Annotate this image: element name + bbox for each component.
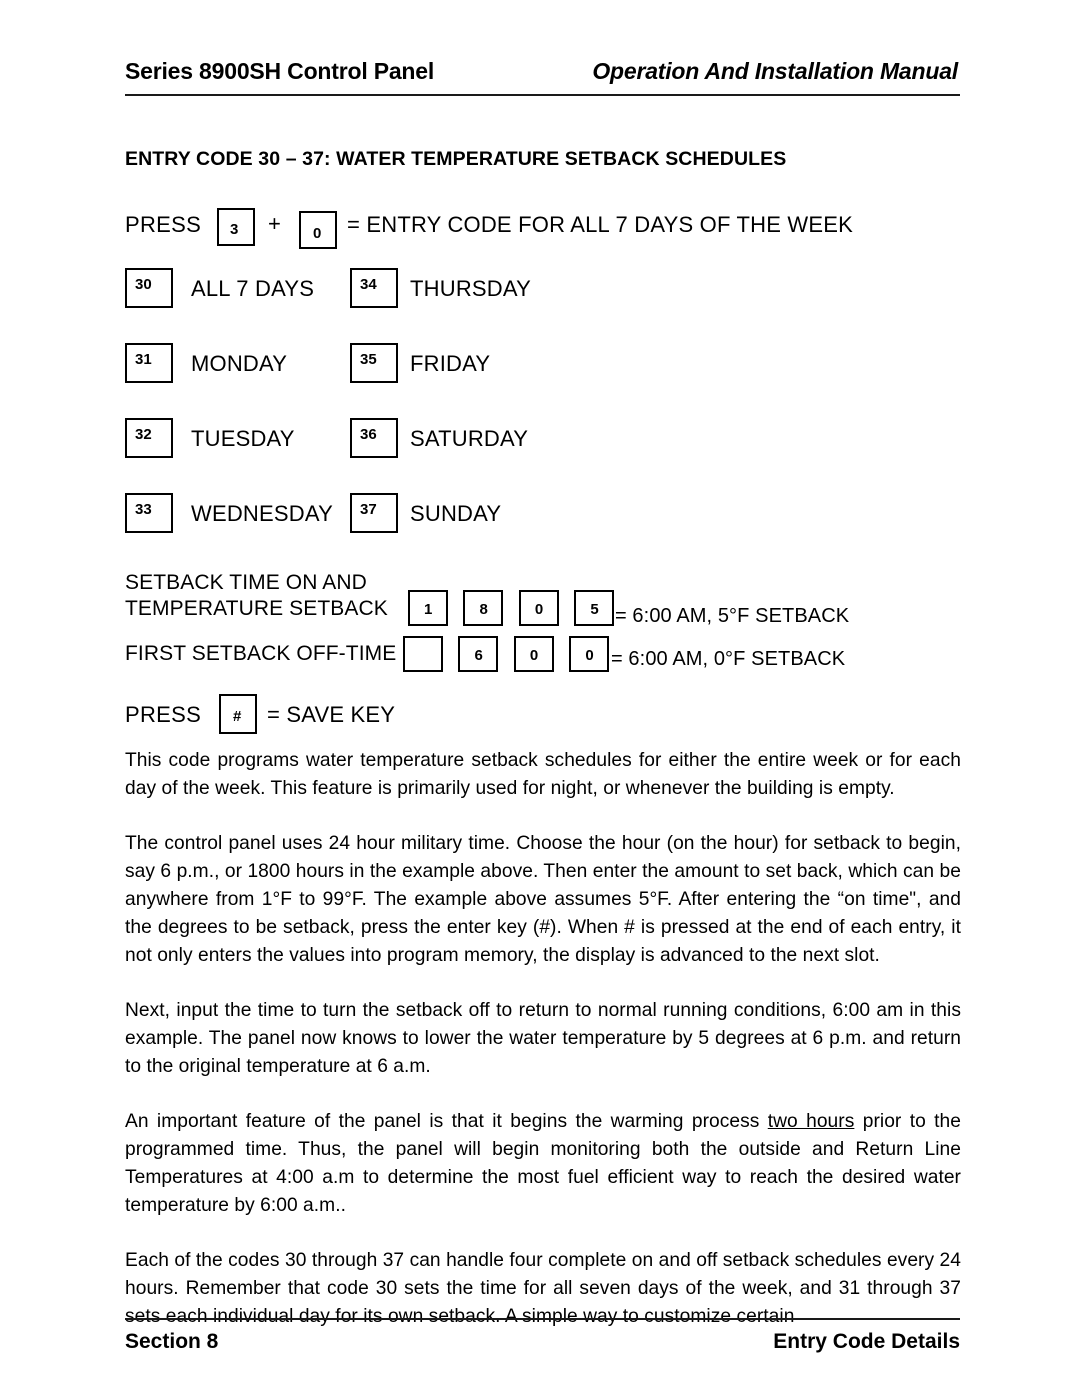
setback-on-label-line2: TEMPERATURE SETBACK bbox=[125, 597, 388, 620]
code-box-37-value: 37 bbox=[360, 501, 377, 518]
code-box-31-value: 31 bbox=[135, 351, 152, 368]
code-box-32: 32 bbox=[125, 418, 173, 458]
day-code-row: 33 WEDNESDAY 37 SUNDAY bbox=[125, 491, 685, 566]
day-label-all-7-days: ALL 7 DAYS bbox=[191, 276, 315, 301]
key-box-3-value: 3 bbox=[230, 221, 239, 238]
code-box-32-value: 32 bbox=[135, 426, 152, 443]
code-box-31: 31 bbox=[125, 343, 173, 383]
day-label-thursday: THURSDAY bbox=[410, 276, 531, 301]
setback-on-label-line1: SETBACK TIME ON AND bbox=[125, 571, 367, 594]
day-label-friday: FRIDAY bbox=[410, 351, 491, 376]
key-box-0-value: 0 bbox=[313, 225, 322, 242]
code-box-30: 30 bbox=[125, 268, 173, 308]
header-divider bbox=[125, 94, 960, 96]
setback-on-digit-4-value: 5 bbox=[590, 601, 599, 618]
body-text: This code programs water temperature set… bbox=[125, 747, 961, 1331]
paragraph-2: The control panel uses 24 hour military … bbox=[125, 833, 961, 966]
code-box-36: 36 bbox=[350, 418, 398, 458]
paragraph-3: Next, input the time to turn the setback… bbox=[125, 1000, 961, 1077]
day-code-grid: 30 ALL 7 DAYS 34 THURSDAY 31 MONDAY 35 F… bbox=[125, 266, 685, 566]
day-label-saturday: SATURDAY bbox=[410, 426, 529, 451]
setback-on-digit-3-value: 0 bbox=[534, 601, 544, 618]
plus-sign: + bbox=[268, 211, 281, 236]
setback-on-digit-1-value: 1 bbox=[424, 601, 433, 618]
setback-off-digit-3-value: 0 bbox=[529, 647, 539, 664]
code-box-33-value: 33 bbox=[135, 501, 152, 518]
footer-section-label: Section 8 bbox=[125, 1330, 219, 1353]
save-key-description: = SAVE KEY bbox=[267, 702, 396, 727]
code-box-30-value: 30 bbox=[135, 276, 152, 293]
day-label-sunday: SUNDAY bbox=[410, 501, 502, 526]
setback-on-digit-2: 8 bbox=[463, 590, 504, 626]
header-manual-title: Operation And Installation Manual bbox=[592, 58, 958, 84]
paragraph-4-before: An important feature of the panel is tha… bbox=[125, 1111, 768, 1132]
code-box-33: 33 bbox=[125, 493, 173, 533]
setback-off-label: FIRST SETBACK OFF-TIME bbox=[125, 642, 397, 665]
code-box-35: 35 bbox=[350, 343, 398, 383]
setback-on-digit-1: 1 bbox=[408, 590, 448, 626]
code-box-34-value: 34 bbox=[360, 276, 377, 293]
setback-off-result: = 6:00 AM, 0°F SETBACK bbox=[611, 648, 846, 670]
day-label-tuesday: TUESDAY bbox=[191, 426, 295, 451]
press-label: PRESS bbox=[125, 212, 202, 237]
page-header: Series 8900SH Control Panel Operation An… bbox=[125, 58, 960, 96]
code-box-35-value: 35 bbox=[360, 351, 377, 368]
code-box-37: 37 bbox=[350, 493, 398, 533]
footer-divider bbox=[125, 1318, 960, 1320]
setback-on-digit-boxes: 1 8 0 5 bbox=[408, 590, 625, 628]
setback-on-digit-4: 5 bbox=[574, 590, 615, 626]
day-code-row: 32 TUESDAY 36 SATURDAY bbox=[125, 416, 685, 491]
key-box-0: 0 bbox=[299, 211, 337, 249]
save-press-label: PRESS bbox=[125, 702, 202, 727]
save-key-row: PRESS # = SAVE KEY bbox=[125, 694, 625, 738]
setback-off-digit-2: 6 bbox=[458, 636, 499, 672]
key-box-3: 3 bbox=[217, 208, 255, 246]
setback-off-digit-2-value: 6 bbox=[474, 647, 483, 664]
day-code-row: 31 MONDAY 35 FRIDAY bbox=[125, 341, 685, 416]
paragraph-4-emphasis: two hours bbox=[767, 1111, 855, 1132]
entry-code-press-row: PRESS 3 + 0 = ENTRY CODE FOR ALL 7 DAYS … bbox=[125, 205, 955, 249]
page-title: ENTRY CODE 30 – 37: WATER TEMPERATURE SE… bbox=[125, 148, 787, 170]
setback-off-digit-3: 0 bbox=[513, 636, 554, 672]
setback-on-digit-2-value: 8 bbox=[479, 601, 488, 618]
setback-on-result: = 6:00 AM, 5°F SETBACK bbox=[615, 605, 850, 627]
day-label-monday: MONDAY bbox=[191, 351, 288, 376]
manual-page: Series 8900SH Control Panel Operation An… bbox=[0, 0, 1080, 1397]
entry-code-description: = ENTRY CODE FOR ALL 7 DAYS OF THE WEEK bbox=[347, 212, 853, 237]
setback-off-digit-4-value: 0 bbox=[585, 647, 594, 664]
setback-on-digit-3: 0 bbox=[518, 590, 559, 626]
setback-off-digit-boxes: 6 0 0 bbox=[403, 636, 620, 674]
paragraph-4: An important feature of the panel is tha… bbox=[125, 1108, 961, 1220]
paragraph-1: This code programs water temperature set… bbox=[125, 750, 961, 799]
key-box-hash: # bbox=[219, 694, 257, 734]
page-footer: Section 8 Entry Code Details bbox=[125, 1330, 960, 1354]
key-box-hash-value: # bbox=[233, 708, 242, 725]
setback-off-digit-1 bbox=[403, 636, 443, 672]
day-label-wednesday: WEDNESDAY bbox=[191, 501, 333, 526]
setback-off-digit-4: 0 bbox=[569, 636, 610, 672]
code-box-36-value: 36 bbox=[360, 426, 377, 443]
day-code-row: 30 ALL 7 DAYS 34 THURSDAY bbox=[125, 266, 685, 341]
code-box-34: 34 bbox=[350, 268, 398, 308]
setback-on-label: SETBACK TIME ON AND TEMPERATURE SETBACK bbox=[125, 570, 388, 622]
header-product-title: Series 8900SH Control Panel bbox=[125, 58, 435, 84]
footer-topic-label: Entry Code Details bbox=[773, 1330, 960, 1353]
